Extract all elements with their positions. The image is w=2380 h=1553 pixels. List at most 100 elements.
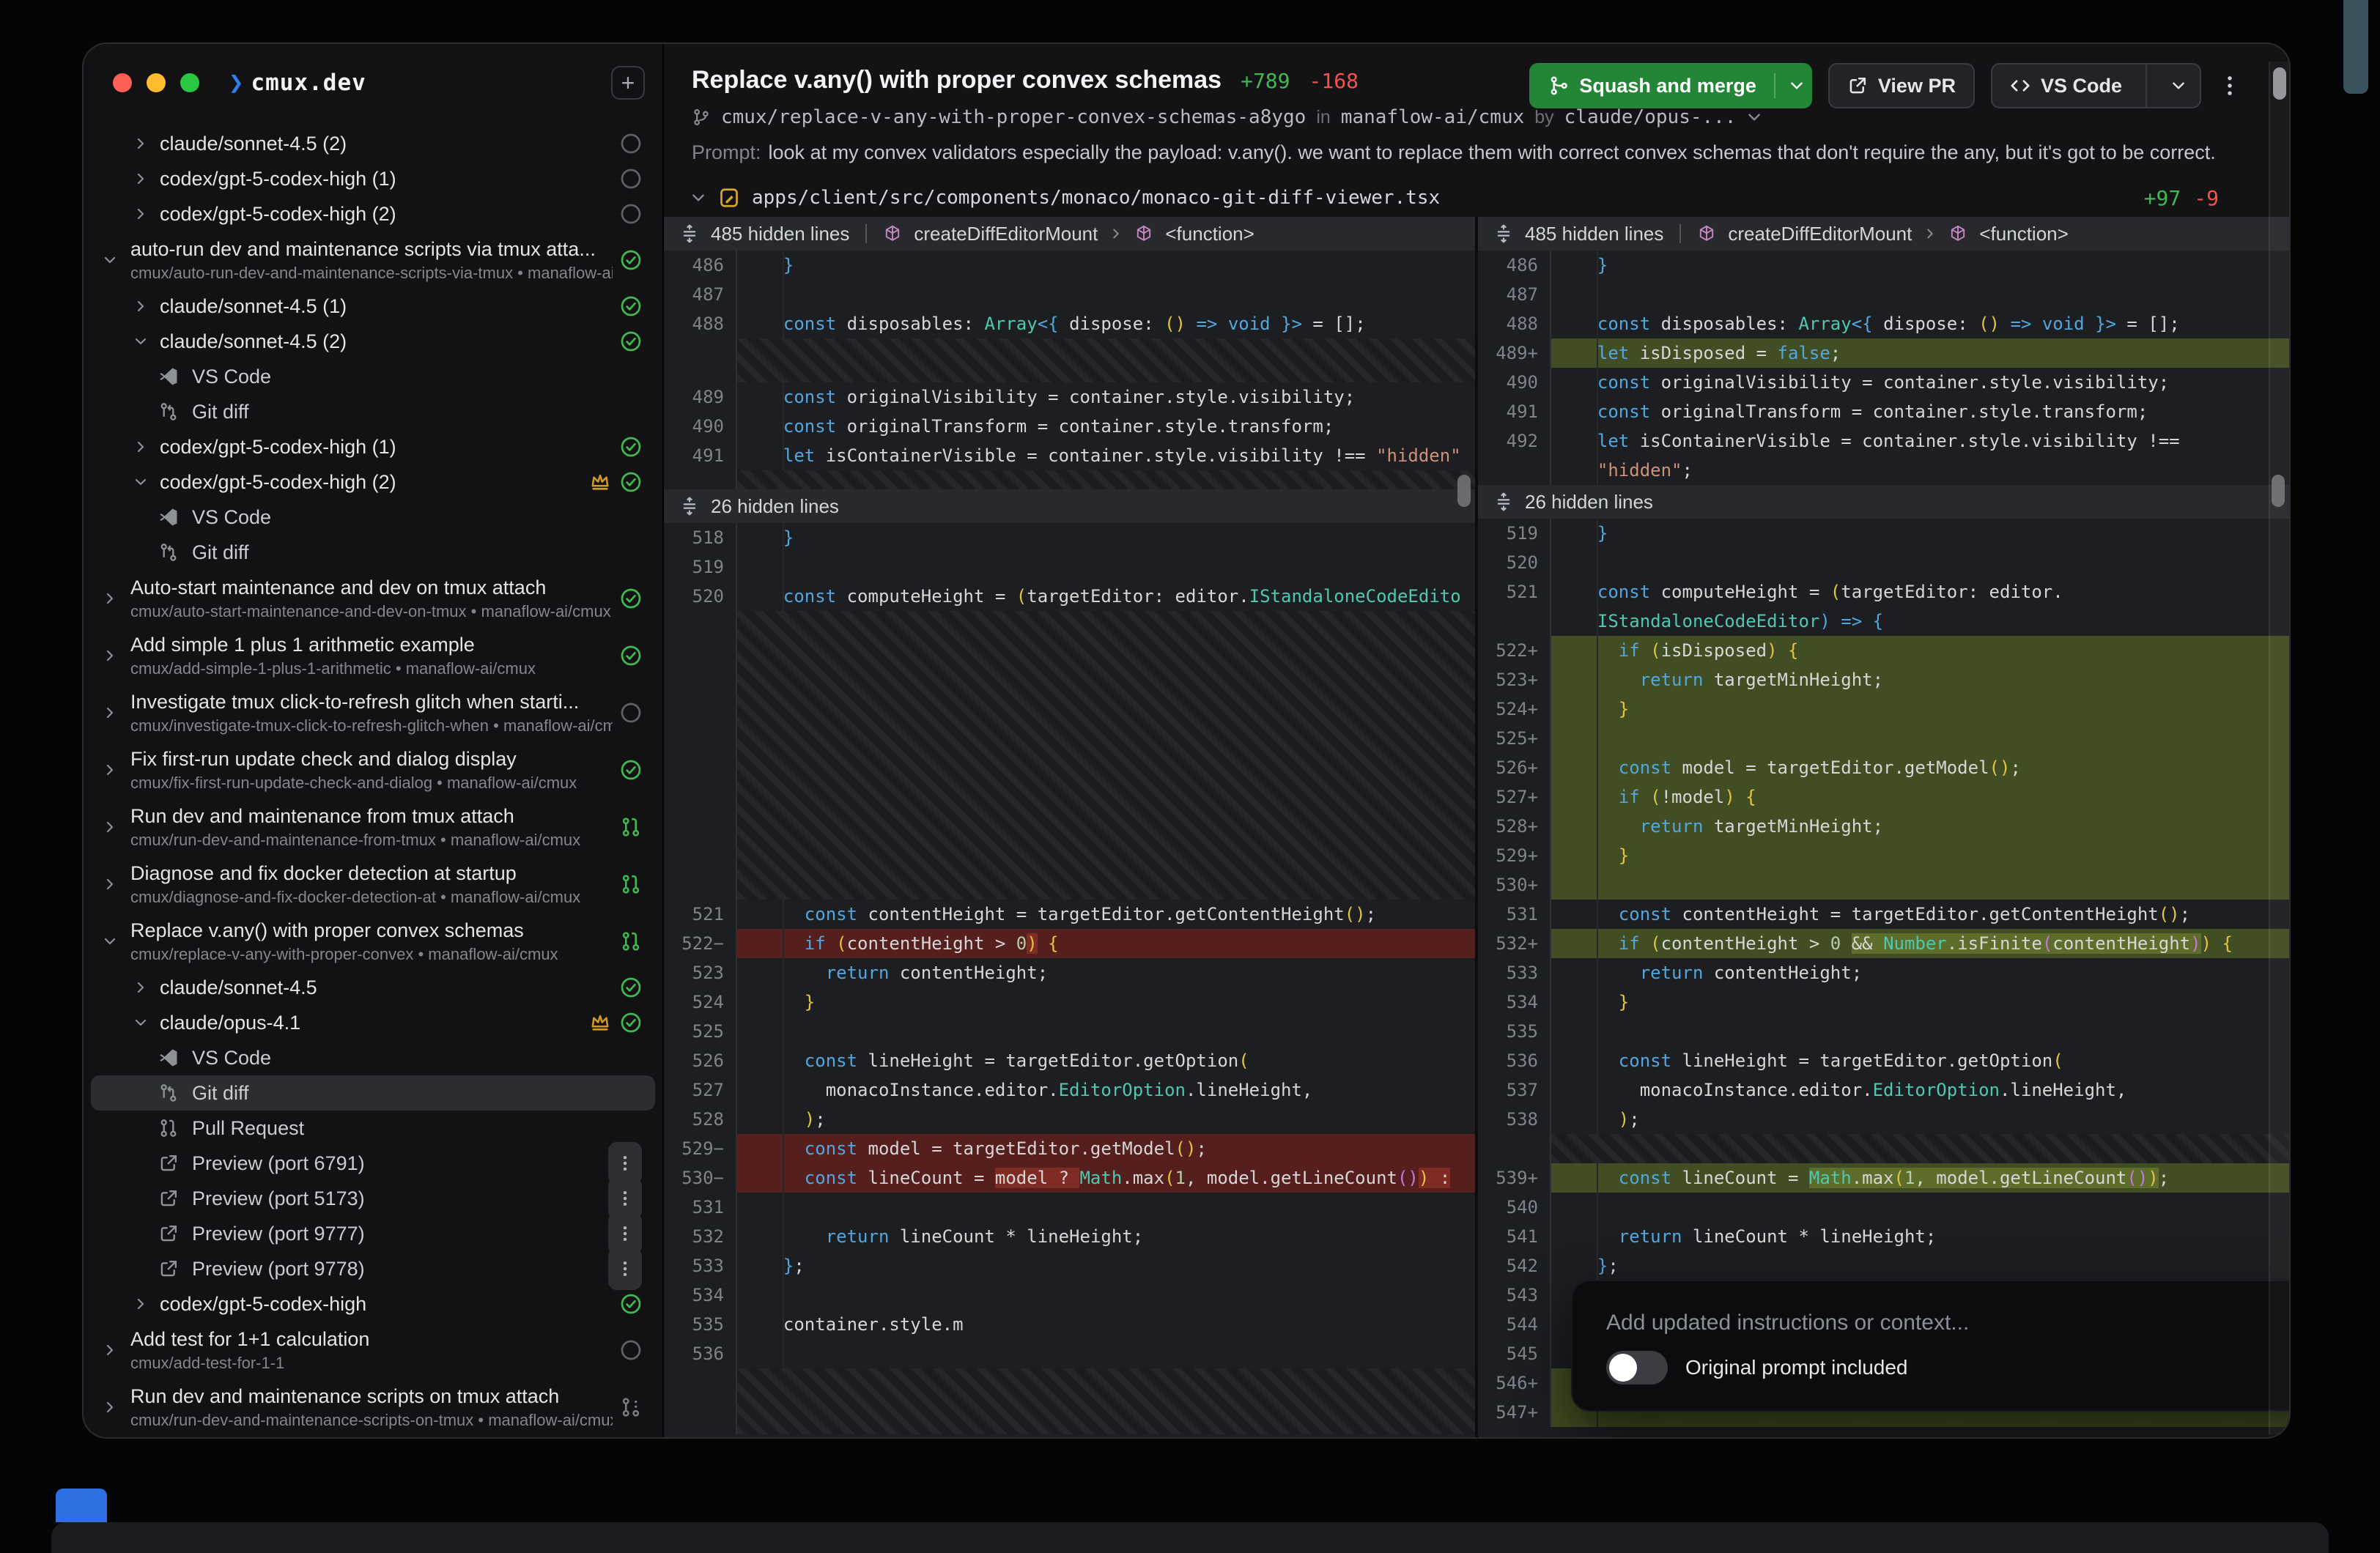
chevron-down-icon[interactable] bbox=[103, 253, 117, 267]
chevron-right-icon[interactable] bbox=[133, 980, 148, 995]
sidebar-item[interactable]: codex/gpt-5-codex-high (2) bbox=[91, 464, 655, 500]
hidden-lines-expander[interactable]: 26 hidden lines bbox=[1478, 485, 2289, 519]
instructions-input[interactable]: Add updated instructions or context... bbox=[1606, 1311, 2291, 1335]
pane-scrollbar-thumb[interactable] bbox=[1457, 475, 1471, 507]
minimize-window-button[interactable] bbox=[147, 73, 166, 92]
sidebar-item-label: Run dev and maintenance from tmux attach bbox=[130, 805, 613, 828]
diff-pane-modified: 485 hidden linescreateDiffEditorMount<fu… bbox=[1478, 217, 2289, 1437]
item-menu-button[interactable] bbox=[608, 1248, 642, 1290]
sidebar-item[interactable]: Replace v.any() with proper convex schem… bbox=[91, 913, 655, 970]
chevron-down-icon[interactable] bbox=[103, 934, 117, 949]
sidebar-item[interactable]: Add simple 1 plus 1 arithmetic examplecm… bbox=[91, 627, 655, 684]
chevron-right-icon[interactable] bbox=[133, 299, 148, 314]
close-window-button[interactable] bbox=[113, 73, 132, 92]
chevron-down-icon[interactable] bbox=[133, 1015, 148, 1030]
repo-name[interactable]: manaflow-ai/cmux bbox=[1341, 106, 1524, 128]
view-pr-button[interactable]: View PR bbox=[1828, 63, 1975, 108]
sidebar-item-label: Auto-start maintenance and dev on tmux a… bbox=[130, 577, 613, 599]
chevron-right-icon[interactable] bbox=[133, 1297, 148, 1311]
zoom-window-button[interactable] bbox=[180, 73, 199, 92]
sidebar-item[interactable]: Pull Request bbox=[91, 1111, 655, 1146]
sidebar-item[interactable]: Investigate tmux click-to-refresh glitch… bbox=[91, 684, 655, 741]
diff-line: 538 ); bbox=[1478, 1105, 2289, 1134]
sidebar-item[interactable]: Git diff bbox=[91, 394, 655, 429]
vscode-button[interactable]: VS Code bbox=[1991, 63, 2201, 108]
squash-and-merge-button[interactable]: Squash and merge bbox=[1529, 63, 1812, 108]
sidebar-item[interactable]: codex/gpt-5-codex-high bbox=[91, 1286, 655, 1322]
sidebar-item[interactable]: Run dev and maintenance scripts on tmux … bbox=[91, 1379, 655, 1436]
sidebar-item[interactable]: codex/gpt-5-codex-high (2) bbox=[91, 196, 655, 231]
diff-line: 525 bbox=[664, 1017, 1475, 1046]
branch-name[interactable]: cmux/replace-v-any-with-proper-convex-sc… bbox=[721, 106, 1306, 128]
chevron-down-icon[interactable] bbox=[690, 190, 706, 206]
line-number: 532 bbox=[664, 1222, 737, 1251]
file-row[interactable]: apps/client/src/components/monaco/monaco… bbox=[664, 179, 2289, 217]
line-number: 531 bbox=[664, 1193, 737, 1222]
sidebar-item[interactable]: Fix first-run update check and dialog di… bbox=[91, 741, 655, 798]
sidebar-item[interactable]: VS Code bbox=[91, 500, 655, 535]
chevron-right-icon[interactable] bbox=[133, 207, 148, 221]
chevron-right-icon[interactable] bbox=[103, 705, 117, 720]
view-pr-label: View PR bbox=[1878, 75, 1956, 97]
hidden-lines-expander[interactable]: 485 hidden linescreateDiffEditorMount<fu… bbox=[664, 217, 1475, 251]
merge-options-chevron-icon[interactable] bbox=[1789, 78, 1805, 94]
chevron-right-icon[interactable] bbox=[103, 591, 117, 606]
chevron-down-icon[interactable] bbox=[133, 334, 148, 349]
chevron-right-icon[interactable] bbox=[133, 440, 148, 454]
sidebar-item[interactable]: VS Code bbox=[91, 359, 655, 394]
unfold-icon[interactable] bbox=[680, 497, 699, 516]
new-task-button[interactable]: + bbox=[611, 66, 645, 100]
sidebar-item[interactable]: Preview (port 9777) bbox=[91, 1216, 655, 1251]
chevron-right-icon[interactable] bbox=[133, 171, 148, 186]
prompt-text: Prompt:look at my convex validators espe… bbox=[692, 141, 2260, 164]
header-menu-button[interactable] bbox=[2217, 73, 2242, 98]
sidebar-item[interactable]: claude/sonnet-4.5 (1) bbox=[91, 289, 655, 324]
sidebar-item[interactable]: codex/gpt-5-codex-high (1) bbox=[91, 429, 655, 464]
app-logo-icon: ❯ bbox=[229, 68, 243, 97]
sidebar-item[interactable]: VS Code bbox=[91, 1040, 655, 1075]
scrollbar-thumb[interactable] bbox=[2273, 67, 2286, 100]
line-number: 489+ bbox=[1478, 338, 1551, 368]
agent-name[interactable]: claude/opus-... bbox=[1564, 106, 1737, 128]
chevron-right-icon[interactable] bbox=[103, 1343, 117, 1357]
chevron-right-icon[interactable] bbox=[103, 763, 117, 777]
file-removed-count: -9 bbox=[2194, 186, 2219, 210]
sidebar-item[interactable]: claude/opus-4.1 bbox=[91, 1005, 655, 1040]
sidebar-item[interactable]: claude/sonnet-4.5 (2) bbox=[91, 324, 655, 359]
hidden-lines-expander[interactable]: 485 hidden linescreateDiffEditorMount<fu… bbox=[1478, 217, 2289, 251]
sidebar-item[interactable]: codex/gpt-5-codex-high (1) bbox=[91, 161, 655, 196]
chevron-down-icon[interactable] bbox=[133, 475, 148, 489]
sidebar-item[interactable]: auto-run dev and maintenance scripts via… bbox=[91, 231, 655, 289]
chevron-right-icon[interactable] bbox=[103, 1400, 117, 1415]
unfold-icon[interactable] bbox=[680, 224, 699, 243]
original-prompt-toggle[interactable] bbox=[1606, 1351, 1668, 1385]
sidebar-item[interactable]: Preview (port 6791) bbox=[91, 1146, 655, 1181]
chevron-right-icon[interactable] bbox=[103, 648, 117, 663]
line-number: 539+ bbox=[1478, 1163, 1551, 1193]
sidebar-item[interactable]: Diagnose and fix docker detection at sta… bbox=[91, 856, 655, 913]
unfold-icon[interactable] bbox=[1494, 224, 1513, 243]
chevron-right-icon[interactable] bbox=[103, 877, 117, 892]
vscode-options-button[interactable] bbox=[2157, 78, 2200, 94]
unfold-icon[interactable] bbox=[1494, 492, 1513, 511]
diff-line: 487 bbox=[1478, 280, 2289, 309]
chevron-right-icon[interactable] bbox=[133, 136, 148, 151]
window-scrollbar[interactable] bbox=[2269, 62, 2289, 1434]
line-number: 541 bbox=[1478, 1222, 1551, 1251]
chevron-down-icon[interactable] bbox=[1746, 109, 1762, 125]
sidebar-item[interactable]: claude/sonnet-4.5 (2) bbox=[91, 126, 655, 161]
pull-request-icon bbox=[620, 873, 642, 895]
sidebar-item[interactable]: claude/sonnet-4.5 bbox=[91, 970, 655, 1005]
sidebar-item[interactable]: Preview (port 5173) bbox=[91, 1181, 655, 1216]
sidebar-item[interactable]: Add test for 1+1 calculationcmux/add-tes… bbox=[91, 1322, 655, 1379]
sidebar-item[interactable]: Preview (port 9778) bbox=[91, 1251, 655, 1286]
sidebar-item-subtitle: cmux/run-dev-and-maintenance-from-tmux •… bbox=[130, 831, 613, 850]
sidebar-item[interactable]: Run dev and maintenance from tmux attach… bbox=[91, 798, 655, 856]
chevron-right-icon[interactable] bbox=[103, 820, 117, 834]
hidden-lines-expander[interactable]: 26 hidden lines bbox=[664, 489, 1475, 523]
sidebar-item[interactable]: Auto-start maintenance and dev on tmux a… bbox=[91, 570, 655, 627]
diff-line: 486 } bbox=[664, 251, 1475, 280]
sidebar-item[interactable]: Git diff bbox=[91, 1075, 655, 1111]
check-circle-icon bbox=[620, 645, 642, 667]
sidebar-item[interactable]: Git diff bbox=[91, 535, 655, 570]
